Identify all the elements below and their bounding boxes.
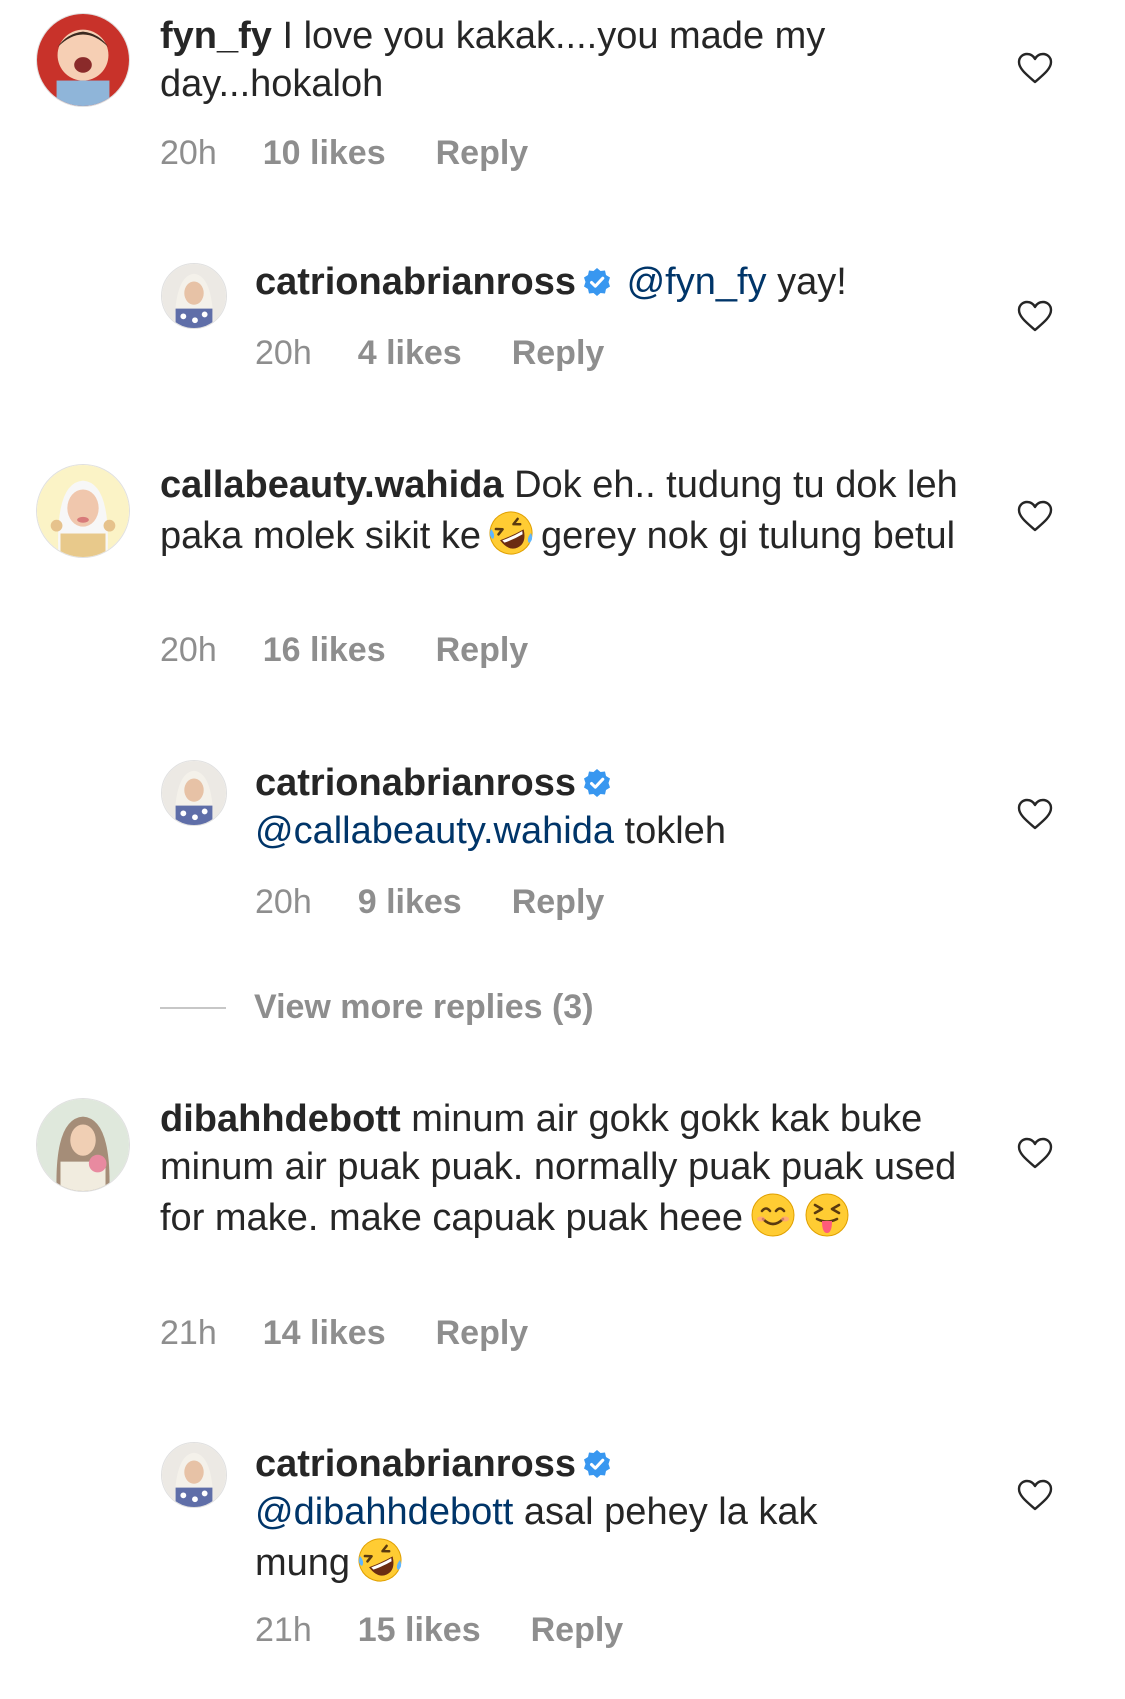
verified-badge-icon (582, 1449, 612, 1479)
mention-link[interactable]: @dibahhdebott (255, 1491, 513, 1533)
likes-count[interactable]: 15 likes (358, 1610, 481, 1650)
timestamp: 20h (255, 334, 312, 372)
comment-body-continued: gerey nok gi tulung betul (541, 515, 956, 557)
rolling-on-floor-laughing-emoji (487, 509, 535, 557)
comment-meta: 20h 9 likes Reply (255, 882, 604, 922)
rolling-on-floor-laughing-emoji (356, 1536, 404, 1584)
timestamp: 21h (160, 1314, 217, 1352)
squinting-tongue-emoji (803, 1191, 851, 1239)
avatar[interactable] (161, 1442, 227, 1508)
likes-count[interactable]: 10 likes (263, 133, 386, 173)
mention-link[interactable]: @fyn_fy (627, 261, 767, 303)
verified-badge-icon (582, 267, 612, 297)
reply-button[interactable]: Reply (512, 882, 605, 922)
username[interactable]: catrionabrianross (255, 261, 576, 303)
comment-text: catrionabrianross @callabeauty.wahida tok… (255, 759, 1055, 855)
view-more-replies-button[interactable]: View more replies (3) (160, 988, 594, 1027)
smiling-face-emoji (749, 1191, 797, 1239)
reply-button[interactable]: Reply (436, 133, 529, 173)
avatar[interactable] (161, 263, 227, 329)
comment-text: catrionabrianross @fyn_fy yay! (255, 258, 1055, 306)
timestamp: 21h (255, 1611, 312, 1649)
heart-outline-icon[interactable] (1017, 1137, 1053, 1169)
comment-text: fyn_fy I love you kakak....you made my d… (160, 12, 960, 108)
username[interactable]: catrionabrianross (255, 762, 576, 804)
heart-outline-icon[interactable] (1017, 798, 1053, 830)
comment-text: catrionabrianross @dibahhdebott asal pehe… (255, 1440, 915, 1587)
comment-meta: 20h 16 likes Reply (160, 630, 528, 670)
reply-button[interactable]: Reply (436, 1313, 529, 1353)
likes-count[interactable]: 16 likes (263, 630, 386, 670)
likes-count[interactable]: 4 likes (358, 333, 462, 373)
username[interactable]: dibahhdebott (160, 1098, 401, 1140)
comment-meta: 21h 15 likes Reply (255, 1610, 623, 1650)
view-more-label: View more replies (3) (254, 988, 594, 1026)
avatar[interactable] (36, 464, 130, 558)
username[interactable]: callabeauty.wahida (160, 464, 504, 506)
avatar[interactable] (36, 1098, 130, 1192)
timestamp: 20h (255, 883, 312, 921)
likes-count[interactable]: 9 likes (358, 882, 462, 922)
timestamp: 20h (160, 631, 217, 669)
comment-meta: 20h 4 likes Reply (255, 333, 604, 373)
comment-body: yay! (777, 261, 847, 303)
verified-badge-icon (582, 768, 612, 798)
divider-line (160, 1006, 226, 1009)
heart-outline-icon[interactable] (1017, 52, 1053, 84)
avatar[interactable] (36, 13, 130, 107)
reply-button[interactable]: Reply (531, 1610, 624, 1650)
heart-outline-icon[interactable] (1017, 1479, 1053, 1511)
username[interactable]: fyn_fy (160, 15, 272, 57)
likes-count[interactable]: 14 likes (263, 1313, 386, 1353)
comment-meta: 20h 10 likes Reply (160, 133, 528, 173)
timestamp: 20h (160, 134, 217, 172)
heart-outline-icon[interactable] (1017, 300, 1053, 332)
comment-text: dibahhdebott minum air gokk gokk kak buk… (160, 1095, 960, 1242)
avatar[interactable] (161, 760, 227, 826)
comment-body: tokleh (624, 810, 726, 852)
reply-button[interactable]: Reply (436, 630, 529, 670)
comment-meta: 21h 14 likes Reply (160, 1313, 528, 1353)
comment-text: callabeauty.wahida Dok eh.. tudung tu do… (160, 461, 960, 560)
heart-outline-icon[interactable] (1017, 500, 1053, 532)
username[interactable]: catrionabrianross (255, 1443, 576, 1485)
mention-link[interactable]: @callabeauty.wahida (255, 810, 614, 852)
reply-button[interactable]: Reply (512, 333, 605, 373)
